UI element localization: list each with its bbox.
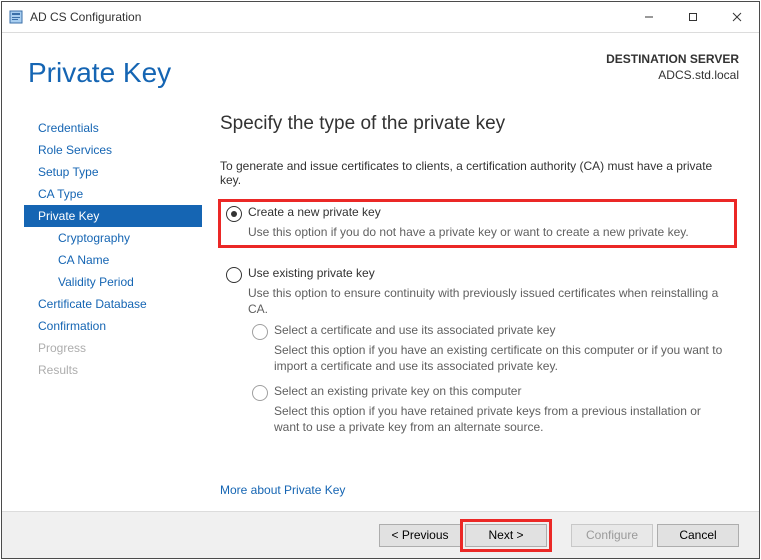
suboption-select-certificate-desc: Select this option if you have an existi… [274,342,729,374]
sidebar-item-setup-type[interactable]: Setup Type [24,161,202,183]
footer: < Previous Next > Configure Cancel [2,511,759,558]
dest-value: ADCS.std.local [606,67,739,83]
suboption-select-existing-key-desc: Select this option if you have retained … [274,403,729,435]
maximize-button[interactable] [671,2,715,32]
titlebar: AD CS Configuration [2,2,759,33]
radio-create-new[interactable] [226,206,242,222]
option-use-existing-label: Use existing private key [248,266,375,280]
option-create-new-desc: Use this option if you do not have a pri… [248,224,729,240]
minimize-button[interactable] [627,2,671,32]
sidebar-item-results: Results [24,359,202,381]
sidebar: Credentials Role Services Setup Type CA … [24,113,202,511]
more-about-link[interactable]: More about Private Key [220,483,345,497]
suboption-select-existing-key-label: Select an existing private key on this c… [274,384,521,398]
suboption-select-existing-key: Select an existing private key on this c… [248,384,729,401]
previous-button[interactable]: < Previous [379,524,461,547]
window-title: AD CS Configuration [30,10,627,24]
window: AD CS Configuration Private Key DESTINAT… [1,1,760,559]
cancel-button[interactable]: Cancel [657,524,739,547]
configure-button: Configure [571,524,653,547]
dest-label: DESTINATION SERVER [606,51,739,67]
page-title: Private Key [28,57,171,89]
sidebar-item-credentials[interactable]: Credentials [24,117,202,139]
close-button[interactable] [715,2,759,32]
sidebar-item-progress: Progress [24,337,202,359]
header: Private Key DESTINATION SERVER ADCS.std.… [2,33,759,93]
sidebar-item-validity-period[interactable]: Validity Period [24,271,202,293]
radio-select-certificate [252,324,268,340]
destination-server: DESTINATION SERVER ADCS.std.local [606,51,739,89]
sidebar-item-confirmation[interactable]: Confirmation [24,315,202,337]
sidebar-item-ca-name[interactable]: CA Name [24,249,202,271]
next-button[interactable]: Next > [465,524,547,547]
option-create-new[interactable]: Create a new private key Use this option… [220,201,735,246]
window-controls [627,2,759,32]
sidebar-item-cryptography[interactable]: Cryptography [24,227,202,249]
main-heading: Specify the type of the private key [220,113,735,135]
suboption-select-certificate: Select a certificate and use its associa… [248,323,729,340]
sidebar-item-private-key[interactable]: Private Key [24,205,202,227]
sidebar-item-ca-type[interactable]: CA Type [24,183,202,205]
sidebar-item-role-services[interactable]: Role Services [24,139,202,161]
radio-select-existing-key [252,385,268,401]
radio-use-existing[interactable] [226,267,242,283]
option-use-existing-desc: Use this option to ensure continuity wit… [248,285,729,317]
intro-text: To generate and issue certificates to cl… [220,159,735,187]
main-content: Specify the type of the private key To g… [202,113,737,511]
app-icon [8,9,24,25]
option-use-existing[interactable]: Use existing private key Use this option… [220,262,735,441]
suboption-select-certificate-label: Select a certificate and use its associa… [274,323,555,337]
option-create-new-label: Create a new private key [248,205,381,219]
sidebar-item-certificate-database[interactable]: Certificate Database [24,293,202,315]
